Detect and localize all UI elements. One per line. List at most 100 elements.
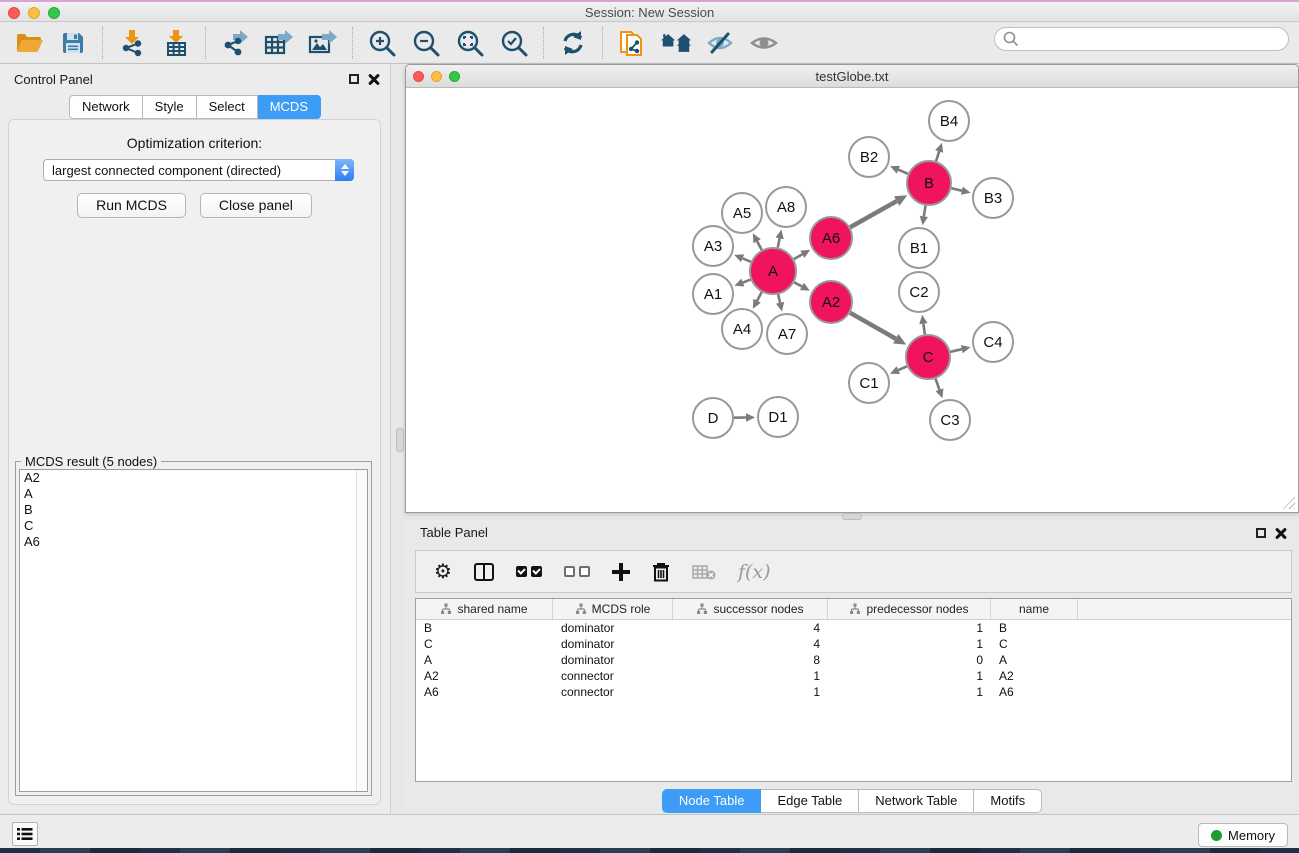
table-row[interactable]: Bdominator41B bbox=[416, 620, 1291, 636]
edge-C-C1[interactable] bbox=[898, 366, 907, 370]
export-network-icon[interactable] bbox=[220, 28, 250, 58]
zoom-in-icon[interactable] bbox=[367, 28, 397, 58]
export-table-icon[interactable] bbox=[264, 28, 294, 58]
table-row[interactable]: Cdominator41C bbox=[416, 636, 1291, 652]
edge-B-B1[interactable] bbox=[924, 206, 926, 217]
mcds-panel: Optimization criterion: largest connecte… bbox=[8, 119, 381, 805]
table-cell: 1 bbox=[828, 668, 991, 684]
memory-button[interactable]: Memory bbox=[1198, 823, 1288, 847]
status-bar: Memory bbox=[0, 814, 1299, 848]
result-item[interactable]: C bbox=[20, 518, 367, 534]
column-header-shared-name[interactable]: shared name bbox=[416, 599, 553, 619]
tab-style[interactable]: Style bbox=[143, 95, 197, 119]
node-label-A3: A3 bbox=[704, 238, 722, 255]
node-table[interactable]: shared nameMCDS rolesuccessor nodesprede… bbox=[415, 598, 1292, 782]
result-item[interactable]: A2 bbox=[20, 470, 367, 486]
table-cell: 8 bbox=[673, 652, 828, 668]
tab-network[interactable]: Network bbox=[69, 95, 143, 119]
memory-label: Memory bbox=[1228, 828, 1275, 843]
delete-table-icon[interactable] bbox=[692, 564, 716, 580]
mcds-result-list[interactable]: A2ABCA6 bbox=[19, 469, 368, 792]
refresh-icon[interactable] bbox=[558, 28, 588, 58]
search-box[interactable] bbox=[994, 27, 1289, 51]
delete-column-icon[interactable] bbox=[652, 562, 670, 582]
edge-A-A4[interactable] bbox=[757, 292, 762, 301]
table-row[interactable]: Adominator80A bbox=[416, 652, 1291, 668]
close-table-panel-icon[interactable] bbox=[1275, 527, 1287, 539]
column-header-successor-nodes[interactable]: successor nodes bbox=[673, 599, 828, 619]
close-panel-button[interactable]: Close panel bbox=[200, 193, 312, 218]
edge-A-A2[interactable] bbox=[794, 282, 802, 286]
edge-C-C3[interactable] bbox=[936, 379, 940, 390]
float-table-panel-icon[interactable] bbox=[1256, 528, 1266, 538]
column-header-predecessor-nodes[interactable]: predecessor nodes bbox=[828, 599, 991, 619]
splitter-handle-vertical[interactable] bbox=[396, 428, 404, 452]
mcds-result-items: A2ABCA6 bbox=[20, 470, 367, 550]
function-builder-icon[interactable]: f(x) bbox=[738, 561, 771, 583]
column-options-icon[interactable] bbox=[474, 563, 494, 581]
task-history-button[interactable] bbox=[12, 822, 38, 846]
open-session-icon[interactable] bbox=[14, 28, 44, 58]
edge-A6-B[interactable] bbox=[850, 201, 897, 227]
run-mcds-button[interactable]: Run MCDS bbox=[77, 193, 186, 218]
edge-A-A8[interactable] bbox=[778, 238, 780, 247]
zoom-fit-icon[interactable] bbox=[455, 28, 485, 58]
deselect-all-columns-icon[interactable] bbox=[564, 566, 590, 577]
search-input[interactable] bbox=[1019, 29, 1288, 49]
result-scrollbar[interactable] bbox=[356, 470, 367, 791]
result-item[interactable]: A6 bbox=[20, 534, 367, 550]
table-cell: dominator bbox=[553, 636, 673, 652]
column-header-name[interactable]: name bbox=[991, 599, 1078, 619]
settings-gear-icon[interactable]: ⚙ bbox=[434, 562, 452, 582]
zoom-selected-icon[interactable] bbox=[499, 28, 529, 58]
edge-B-B2[interactable] bbox=[898, 170, 908, 174]
hide-eye-icon[interactable] bbox=[705, 28, 735, 58]
table-tab-node-table[interactable]: Node Table bbox=[662, 789, 762, 813]
save-session-icon[interactable] bbox=[58, 28, 88, 58]
tab-mcds[interactable]: MCDS bbox=[258, 95, 321, 119]
edge-arrowhead bbox=[746, 413, 755, 421]
result-item[interactable]: A bbox=[20, 486, 367, 502]
edge-arrowhead bbox=[935, 388, 943, 398]
duplicate-network-icon[interactable] bbox=[617, 28, 647, 58]
import-network-icon[interactable] bbox=[117, 28, 147, 58]
result-item[interactable]: B bbox=[20, 502, 367, 518]
search-icon bbox=[1003, 31, 1019, 47]
splitter-handle-horizontal[interactable] bbox=[842, 513, 862, 520]
edge-A2-C[interactable] bbox=[850, 313, 896, 339]
edge-A-A3[interactable] bbox=[743, 258, 751, 261]
table-tab-edge-table[interactable]: Edge Table bbox=[761, 789, 859, 813]
tab-select[interactable]: Select bbox=[197, 95, 258, 119]
close-panel-icon[interactable] bbox=[368, 73, 380, 85]
network-canvas[interactable]: B4B2BB3A5A8A6A3B1AA1C2A2A4A7C4CC1C3DD1 bbox=[407, 89, 1297, 511]
edge-arrowhead bbox=[961, 187, 971, 195]
zoom-out-icon[interactable] bbox=[411, 28, 441, 58]
edge-A-A1[interactable] bbox=[743, 280, 751, 283]
edge-A-A7[interactable] bbox=[778, 294, 780, 302]
table-tab-network-table[interactable]: Network Table bbox=[859, 789, 974, 813]
table-row[interactable]: A6connector11A6 bbox=[416, 684, 1291, 700]
float-panel-icon[interactable] bbox=[349, 74, 359, 84]
edge-C-C4[interactable] bbox=[950, 349, 961, 352]
select-all-columns-icon[interactable] bbox=[516, 566, 542, 577]
node-label-C: C bbox=[923, 349, 934, 366]
criterion-dropdown[interactable]: largest connected component (directed) bbox=[43, 159, 354, 181]
table-row[interactable]: A2connector11A2 bbox=[416, 668, 1291, 684]
edge-B-B4[interactable] bbox=[936, 151, 939, 161]
eye-icon[interactable] bbox=[749, 28, 779, 58]
edge-B-B3[interactable] bbox=[951, 188, 961, 190]
edge-A-A5[interactable] bbox=[757, 241, 762, 250]
table-panel-title: Table Panel bbox=[420, 525, 488, 540]
table-tab-motifs[interactable]: Motifs bbox=[974, 789, 1042, 813]
edge-A-A6[interactable] bbox=[794, 254, 802, 259]
network-graph[interactable]: B4B2BB3A5A8A6A3B1AA1C2A2A4A7C4CC1C3DD1 bbox=[407, 89, 1299, 512]
table-cell: 4 bbox=[673, 636, 828, 652]
export-image-icon[interactable] bbox=[308, 28, 338, 58]
home-icon[interactable] bbox=[661, 28, 691, 58]
add-column-icon[interactable] bbox=[612, 563, 630, 581]
network-window-titlebar[interactable]: testGlobe.txt bbox=[406, 65, 1298, 88]
import-table-icon[interactable] bbox=[161, 28, 191, 58]
table-cell: dominator bbox=[553, 652, 673, 668]
column-header-MCDS-role[interactable]: MCDS role bbox=[553, 599, 673, 619]
edge-C-C2[interactable] bbox=[923, 324, 924, 335]
